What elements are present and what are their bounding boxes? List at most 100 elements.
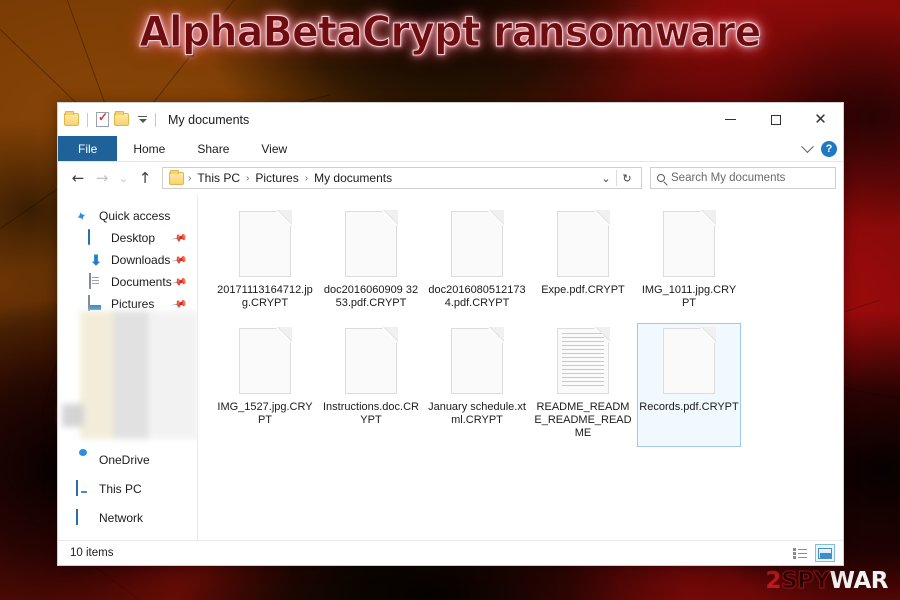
up-button[interactable]: ↑	[134, 167, 156, 189]
file-item[interactable]: IMG_1527.jpg.CRYPT	[213, 323, 317, 447]
sidebar-item-quick-access[interactable]: ✦ Quick access	[58, 205, 197, 227]
file-item-selected[interactable]: Records.pdf.CRYPT	[637, 323, 741, 447]
details-view-button[interactable]	[790, 544, 810, 562]
file-name: Expe.pdf.CRYPT	[541, 284, 625, 296]
file-item[interactable]: doc20160805121734.pdf.CRYPT	[425, 206, 529, 317]
file-item[interactable]: IMG_1011.jpg.CRYPT	[637, 206, 741, 317]
blank-page-icon	[663, 327, 716, 394]
recent-locations-button[interactable]: ⌄	[115, 167, 132, 189]
details-view-icon	[793, 547, 807, 559]
address-history-caret-icon[interactable]: ⌄	[596, 168, 616, 188]
tab-file[interactable]: File	[58, 136, 118, 161]
window-body: ✦ Quick access Desktop 📌 ⬇ Downloads 📌 D…	[58, 194, 843, 540]
blank-page-icon	[239, 210, 292, 277]
tab-share[interactable]: Share	[181, 136, 245, 161]
file-item[interactable]: Expe.pdf.CRYPT	[531, 206, 635, 317]
tab-view[interactable]: View	[245, 136, 303, 161]
ribbon-right-controls: ?	[801, 136, 837, 162]
sidebar-item-downloads[interactable]: ⬇ Downloads 📌	[58, 249, 197, 271]
pin-icon[interactable]: 📌	[171, 274, 188, 290]
pin-icon[interactable]: 📌	[171, 230, 188, 246]
this-pc-icon	[76, 480, 92, 497]
navigation-pane: ✦ Quick access Desktop 📌 ⬇ Downloads 📌 D…	[58, 194, 198, 540]
blank-page-icon	[451, 210, 504, 277]
blank-page-icon	[345, 210, 398, 277]
file-item[interactable]: doc2016060909 3253.pdf.CRYPT	[319, 206, 423, 317]
breadcrumb[interactable]: › This PC › Pictures › My documents ⌄ ↻	[162, 167, 642, 189]
pin-icon[interactable]: 📌	[171, 296, 188, 312]
forward-button[interactable]: →	[91, 167, 113, 189]
ribbon-tabs: File Home Share View ?	[58, 136, 843, 162]
file-name: Instructions.doc.CRYPT	[323, 401, 419, 426]
download-icon: ⬇	[90, 252, 102, 268]
help-button[interactable]: ?	[821, 141, 837, 157]
sidebar-item-label: OneDrive	[99, 453, 150, 467]
item-count-label: 10 items	[70, 547, 114, 559]
blank-page-icon	[451, 327, 504, 394]
sidebar-item-label: Desktop	[111, 231, 156, 245]
file-name: doc2016060909 3253.pdf.CRYPT	[323, 284, 419, 309]
file-name: Records.pdf.CRYPT	[639, 401, 739, 413]
close-button[interactable]: ✕	[798, 103, 843, 136]
file-name: January schedule.xtml.CRYPT	[428, 401, 526, 426]
blank-page-icon	[557, 210, 610, 277]
sidebar-item-onedrive[interactable]: OneDrive	[58, 449, 197, 471]
desktop-icon	[88, 229, 104, 246]
breadcrumb-separator: ›	[304, 172, 309, 184]
file-name: README_README_README_README	[534, 401, 632, 439]
sidebar-item-network[interactable]: Network	[58, 507, 197, 529]
chevron-down-icon[interactable]	[801, 139, 814, 153]
back-button[interactable]: ←	[67, 167, 89, 189]
large-icons-view-button[interactable]	[815, 544, 835, 562]
window-controls: ✕	[708, 103, 843, 136]
documents-icon	[88, 273, 104, 290]
file-item[interactable]: Instructions.doc.CRYPT	[319, 323, 423, 447]
sidebar-item-label: Downloads	[111, 253, 171, 267]
sidebar-item-label: Documents	[111, 275, 172, 289]
sidebar-item-this-pc[interactable]: This PC	[58, 478, 197, 500]
search-placeholder: Search My documents	[671, 172, 786, 184]
breadcrumb-folder-icon	[169, 169, 184, 185]
sidebar-item-label: Pictures	[111, 297, 155, 311]
quick-access-toolbar	[64, 110, 159, 127]
pin-icon[interactable]: 📌	[171, 252, 188, 268]
file-name: doc20160805121734.pdf.CRYPT	[428, 284, 526, 309]
sidebar-item-label: This PC	[99, 482, 142, 496]
breadcrumb-item-this-pc[interactable]: This PC	[193, 171, 244, 185]
breadcrumb-item-pictures[interactable]: Pictures	[251, 171, 302, 185]
new-folder-icon[interactable]	[114, 111, 129, 126]
sidebar-item-documents[interactable]: Documents 📌	[58, 271, 197, 293]
blank-page-icon	[663, 210, 716, 277]
file-name: IMG_1527.jpg.CRYPT	[217, 401, 313, 426]
file-item[interactable]: 20171113164712.jpg.CRYPT	[213, 206, 317, 317]
file-grid: 20171113164712.jpg.CRYPT doc2016060909 3…	[212, 206, 843, 453]
pictures-icon	[88, 295, 104, 312]
blank-page-icon	[239, 327, 292, 394]
file-name: 20171113164712.jpg.CRYPT	[217, 284, 313, 309]
file-list-pane[interactable]: 20171113164712.jpg.CRYPT doc2016060909 3…	[198, 194, 843, 540]
maximize-button[interactable]	[753, 103, 798, 136]
customize-qat-caret-icon[interactable]	[137, 116, 147, 123]
properties-icon[interactable]	[96, 110, 109, 127]
breadcrumb-item-my-documents[interactable]: My documents	[310, 171, 396, 185]
file-name: IMG_1011.jpg.CRYPT	[641, 284, 737, 309]
onedrive-icon	[76, 452, 92, 468]
view-buttons	[790, 544, 835, 562]
file-explorer-window: My documents ✕ File Home Share View ? ← …	[58, 103, 843, 565]
star-icon: ✦	[73, 207, 90, 226]
search-input[interactable]: Search My documents	[650, 167, 836, 189]
file-item[interactable]: README_README_README_README	[531, 323, 635, 447]
text-page-icon	[557, 327, 610, 394]
blank-page-icon	[345, 327, 398, 394]
title-bar: My documents ✕	[58, 103, 843, 136]
file-item[interactable]: January schedule.xtml.CRYPT	[425, 323, 529, 447]
censored-region-tab	[62, 404, 84, 427]
censored-region	[62, 311, 198, 439]
sidebar-bottom-group: OneDrive This PC Network	[58, 449, 197, 529]
divider	[155, 112, 156, 127]
tab-home[interactable]: Home	[117, 136, 181, 161]
sidebar-item-desktop[interactable]: Desktop 📌	[58, 227, 197, 249]
folder-icon[interactable]	[64, 111, 79, 126]
minimize-button[interactable]	[708, 103, 753, 136]
refresh-icon[interactable]: ↻	[617, 168, 637, 188]
